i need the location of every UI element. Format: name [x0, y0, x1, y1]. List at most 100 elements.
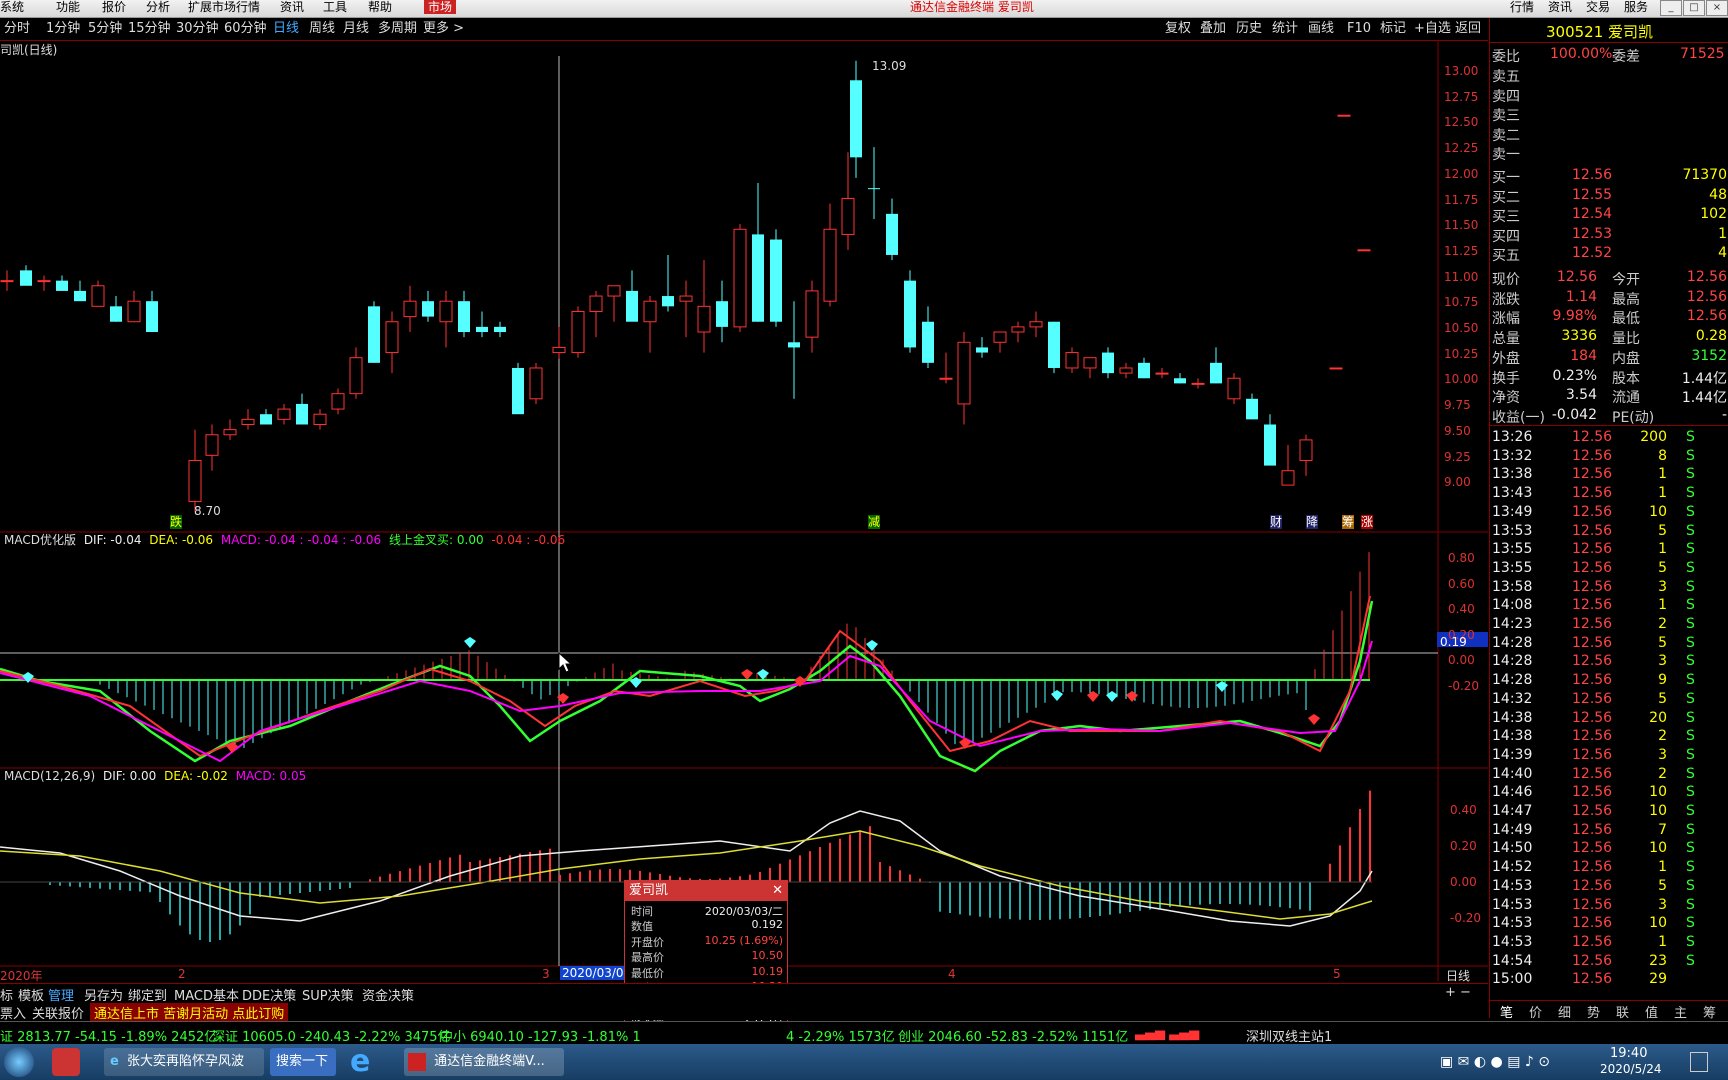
- quote-tab[interactable]: 值: [1645, 1002, 1658, 1021]
- menu-right-quote[interactable]: 行情: [1510, 0, 1534, 14]
- tick-row: 14:32 12.56 5 S: [1490, 690, 1728, 709]
- stat-row: 外盘 184 内盘 3152: [1490, 347, 1728, 367]
- period-daily[interactable]: 日线: [273, 21, 299, 37]
- quote-tab[interactable]: 势: [1587, 1002, 1600, 1021]
- candle-body: [752, 234, 764, 322]
- sell-level-row[interactable]: 卖三: [1490, 104, 1728, 124]
- btn-add-favorite[interactable]: +自选: [1414, 21, 1451, 37]
- macd-std-macd: MACD: 0.05: [235, 769, 307, 783]
- clock-date[interactable]: 2020/5/24: [1600, 1062, 1662, 1076]
- tick-time: 14:53: [1492, 915, 1533, 932]
- promo-banner[interactable]: 通达信上市 苦谢月活动 点此订购: [90, 1003, 289, 1022]
- btn-stats[interactable]: 统计: [1272, 21, 1298, 37]
- ie-taskbar-icon[interactable]: e: [350, 1046, 370, 1078]
- buy-level-row[interactable]: 买一 12.56 71370: [1490, 166, 1728, 186]
- menu-system[interactable]: 系统: [0, 0, 24, 14]
- info-tab[interactable]: 票入: [0, 1003, 26, 1022]
- tick-volume: 5: [1658, 522, 1667, 539]
- show-desktop-icon[interactable]: [1690, 1052, 1708, 1072]
- period-60min[interactable]: 60分钟: [224, 21, 267, 37]
- index-cy-prev[interactable]: 4 -2.29% 1573亿: [786, 1026, 895, 1045]
- menu-right-news[interactable]: 资讯: [1548, 0, 1572, 14]
- menu-quote[interactable]: 报价: [102, 0, 126, 14]
- menu-news[interactable]: 资讯: [280, 0, 304, 14]
- period-more[interactable]: 更多 >: [423, 21, 464, 37]
- start-button-icon[interactable]: [4, 1047, 34, 1077]
- price-axis-label: 11.25: [1444, 243, 1479, 258]
- related-quote-tab[interactable]: 关联报价: [32, 1003, 84, 1022]
- btn-f10[interactable]: F10: [1347, 21, 1371, 37]
- btn-mark[interactable]: 标记: [1380, 21, 1406, 37]
- quote-tab[interactable]: 筹: [1703, 1002, 1716, 1021]
- task-tdx[interactable]: 通达信金融终端V...: [404, 1048, 564, 1076]
- sell-level-row[interactable]: 卖四: [1490, 85, 1728, 105]
- mouse-cursor-icon: [558, 651, 573, 673]
- sell-level-row[interactable]: 卖一: [1490, 143, 1728, 163]
- macd-axis-label: -0.20: [1448, 679, 1480, 693]
- tick-price: 12.56: [1572, 971, 1613, 988]
- tick-volume: 10: [1649, 803, 1667, 819]
- tick-time: 14:39: [1492, 746, 1533, 763]
- menu-help[interactable]: 帮助: [368, 0, 392, 14]
- zoom-icon[interactable]: + −: [1445, 985, 1471, 1000]
- menu-ext-market[interactable]: 扩展市场行情: [188, 0, 260, 14]
- buy-level-row[interactable]: 买三 12.54 102: [1490, 205, 1728, 225]
- maximize-icon[interactable]: □: [1683, 0, 1705, 16]
- search-button[interactable]: 搜索一下: [270, 1048, 336, 1076]
- period-weekly[interactable]: 周线: [309, 21, 335, 37]
- index-sh[interactable]: 证 2813.77 -54.15 -1.89% 2452亿: [0, 1026, 217, 1045]
- tick-volume: 1: [1658, 466, 1667, 483]
- index-cy[interactable]: 创业 2046.60 -52.83 -2.52% 1151亿: [898, 1026, 1128, 1045]
- quote-tab[interactable]: 价: [1529, 1002, 1542, 1021]
- candle-body: [662, 296, 674, 307]
- buy-level-row[interactable]: 买五 12.52 4: [1490, 244, 1728, 264]
- index-zx[interactable]: 中小 6940.10 -127.93 -1.81% 1: [440, 1026, 641, 1045]
- signal-diamond-icon: [464, 637, 476, 648]
- sell-level-label: 卖四: [1492, 88, 1520, 105]
- stat-value: -0.042: [1551, 406, 1597, 423]
- period-multi[interactable]: 多周期: [378, 21, 417, 37]
- menu-right-service[interactable]: 服务: [1624, 0, 1648, 14]
- sell-level-row[interactable]: 卖二: [1490, 124, 1728, 144]
- kline-svg[interactable]: [0, 41, 1488, 981]
- quote-tab[interactable]: 联: [1616, 1002, 1629, 1021]
- index-sz[interactable]: 深证 10605.0 -240.43 -2.22% 3475亿: [212, 1026, 451, 1045]
- period-fenshi[interactable]: 分时: [4, 21, 30, 37]
- period-5min[interactable]: 5分钟: [88, 21, 122, 37]
- menu-function[interactable]: 功能: [56, 0, 80, 14]
- btn-draw[interactable]: 画线: [1308, 21, 1334, 37]
- btn-back[interactable]: 返回: [1455, 21, 1481, 37]
- btn-diejia[interactable]: 叠加: [1200, 21, 1226, 37]
- quote-tab[interactable]: 细: [1558, 1002, 1571, 1021]
- stat-label: 涨跌: [1492, 291, 1520, 308]
- btn-history[interactable]: 历史: [1236, 21, 1262, 37]
- period-1min[interactable]: 1分钟: [46, 21, 80, 37]
- buy-level-row[interactable]: 买二 12.55 48: [1490, 186, 1728, 206]
- task-browser[interactable]: e 张大奕再陷怀孕风波: [104, 1048, 264, 1076]
- stat-value: 3.54: [1565, 387, 1597, 404]
- period-15min[interactable]: 15分钟: [128, 21, 171, 37]
- period-monthly[interactable]: 月线: [343, 21, 369, 37]
- sell-level-row[interactable]: 卖五: [1490, 65, 1728, 85]
- minimize-icon[interactable]: _: [1660, 0, 1682, 16]
- btn-fuquan[interactable]: 复权: [1165, 21, 1191, 37]
- menu-right-trade[interactable]: 交易: [1586, 0, 1610, 14]
- quote-tab[interactable]: 主: [1674, 1002, 1687, 1021]
- menu-market[interactable]: 市场: [424, 0, 457, 14]
- app-icon[interactable]: [52, 1048, 80, 1076]
- buy-level-row[interactable]: 买四 12.53 1: [1490, 225, 1728, 245]
- candle-body: [313, 413, 327, 425]
- tray-icons[interactable]: ▣ ✉ ◐ ● ▤ ♪ ⊙: [1440, 1054, 1550, 1070]
- server-name[interactable]: 深圳双线主站1: [1246, 1026, 1332, 1045]
- popup-close-icon[interactable]: ✕: [772, 883, 783, 898]
- menu-analysis[interactable]: 分析: [146, 0, 170, 14]
- close-icon[interactable]: ×: [1706, 0, 1728, 16]
- quote-tab[interactable]: 笔: [1500, 1002, 1513, 1021]
- info-bar: 票入 关联报价 通达信上市 苦谢月活动 点此订购: [0, 1002, 1488, 1022]
- candle-body: [1065, 352, 1079, 369]
- period-30min[interactable]: 30分钟: [176, 21, 219, 37]
- chart-area[interactable]: 司凯(日线) 13.09 8.70 跌 减 财 降 筹 涨 13.00 12.75…: [0, 41, 1488, 983]
- macd-std-dea: DEA: -0.02: [164, 769, 228, 783]
- menu-tools[interactable]: 工具: [323, 0, 347, 14]
- clock-time[interactable]: 19:40: [1610, 1046, 1647, 1061]
